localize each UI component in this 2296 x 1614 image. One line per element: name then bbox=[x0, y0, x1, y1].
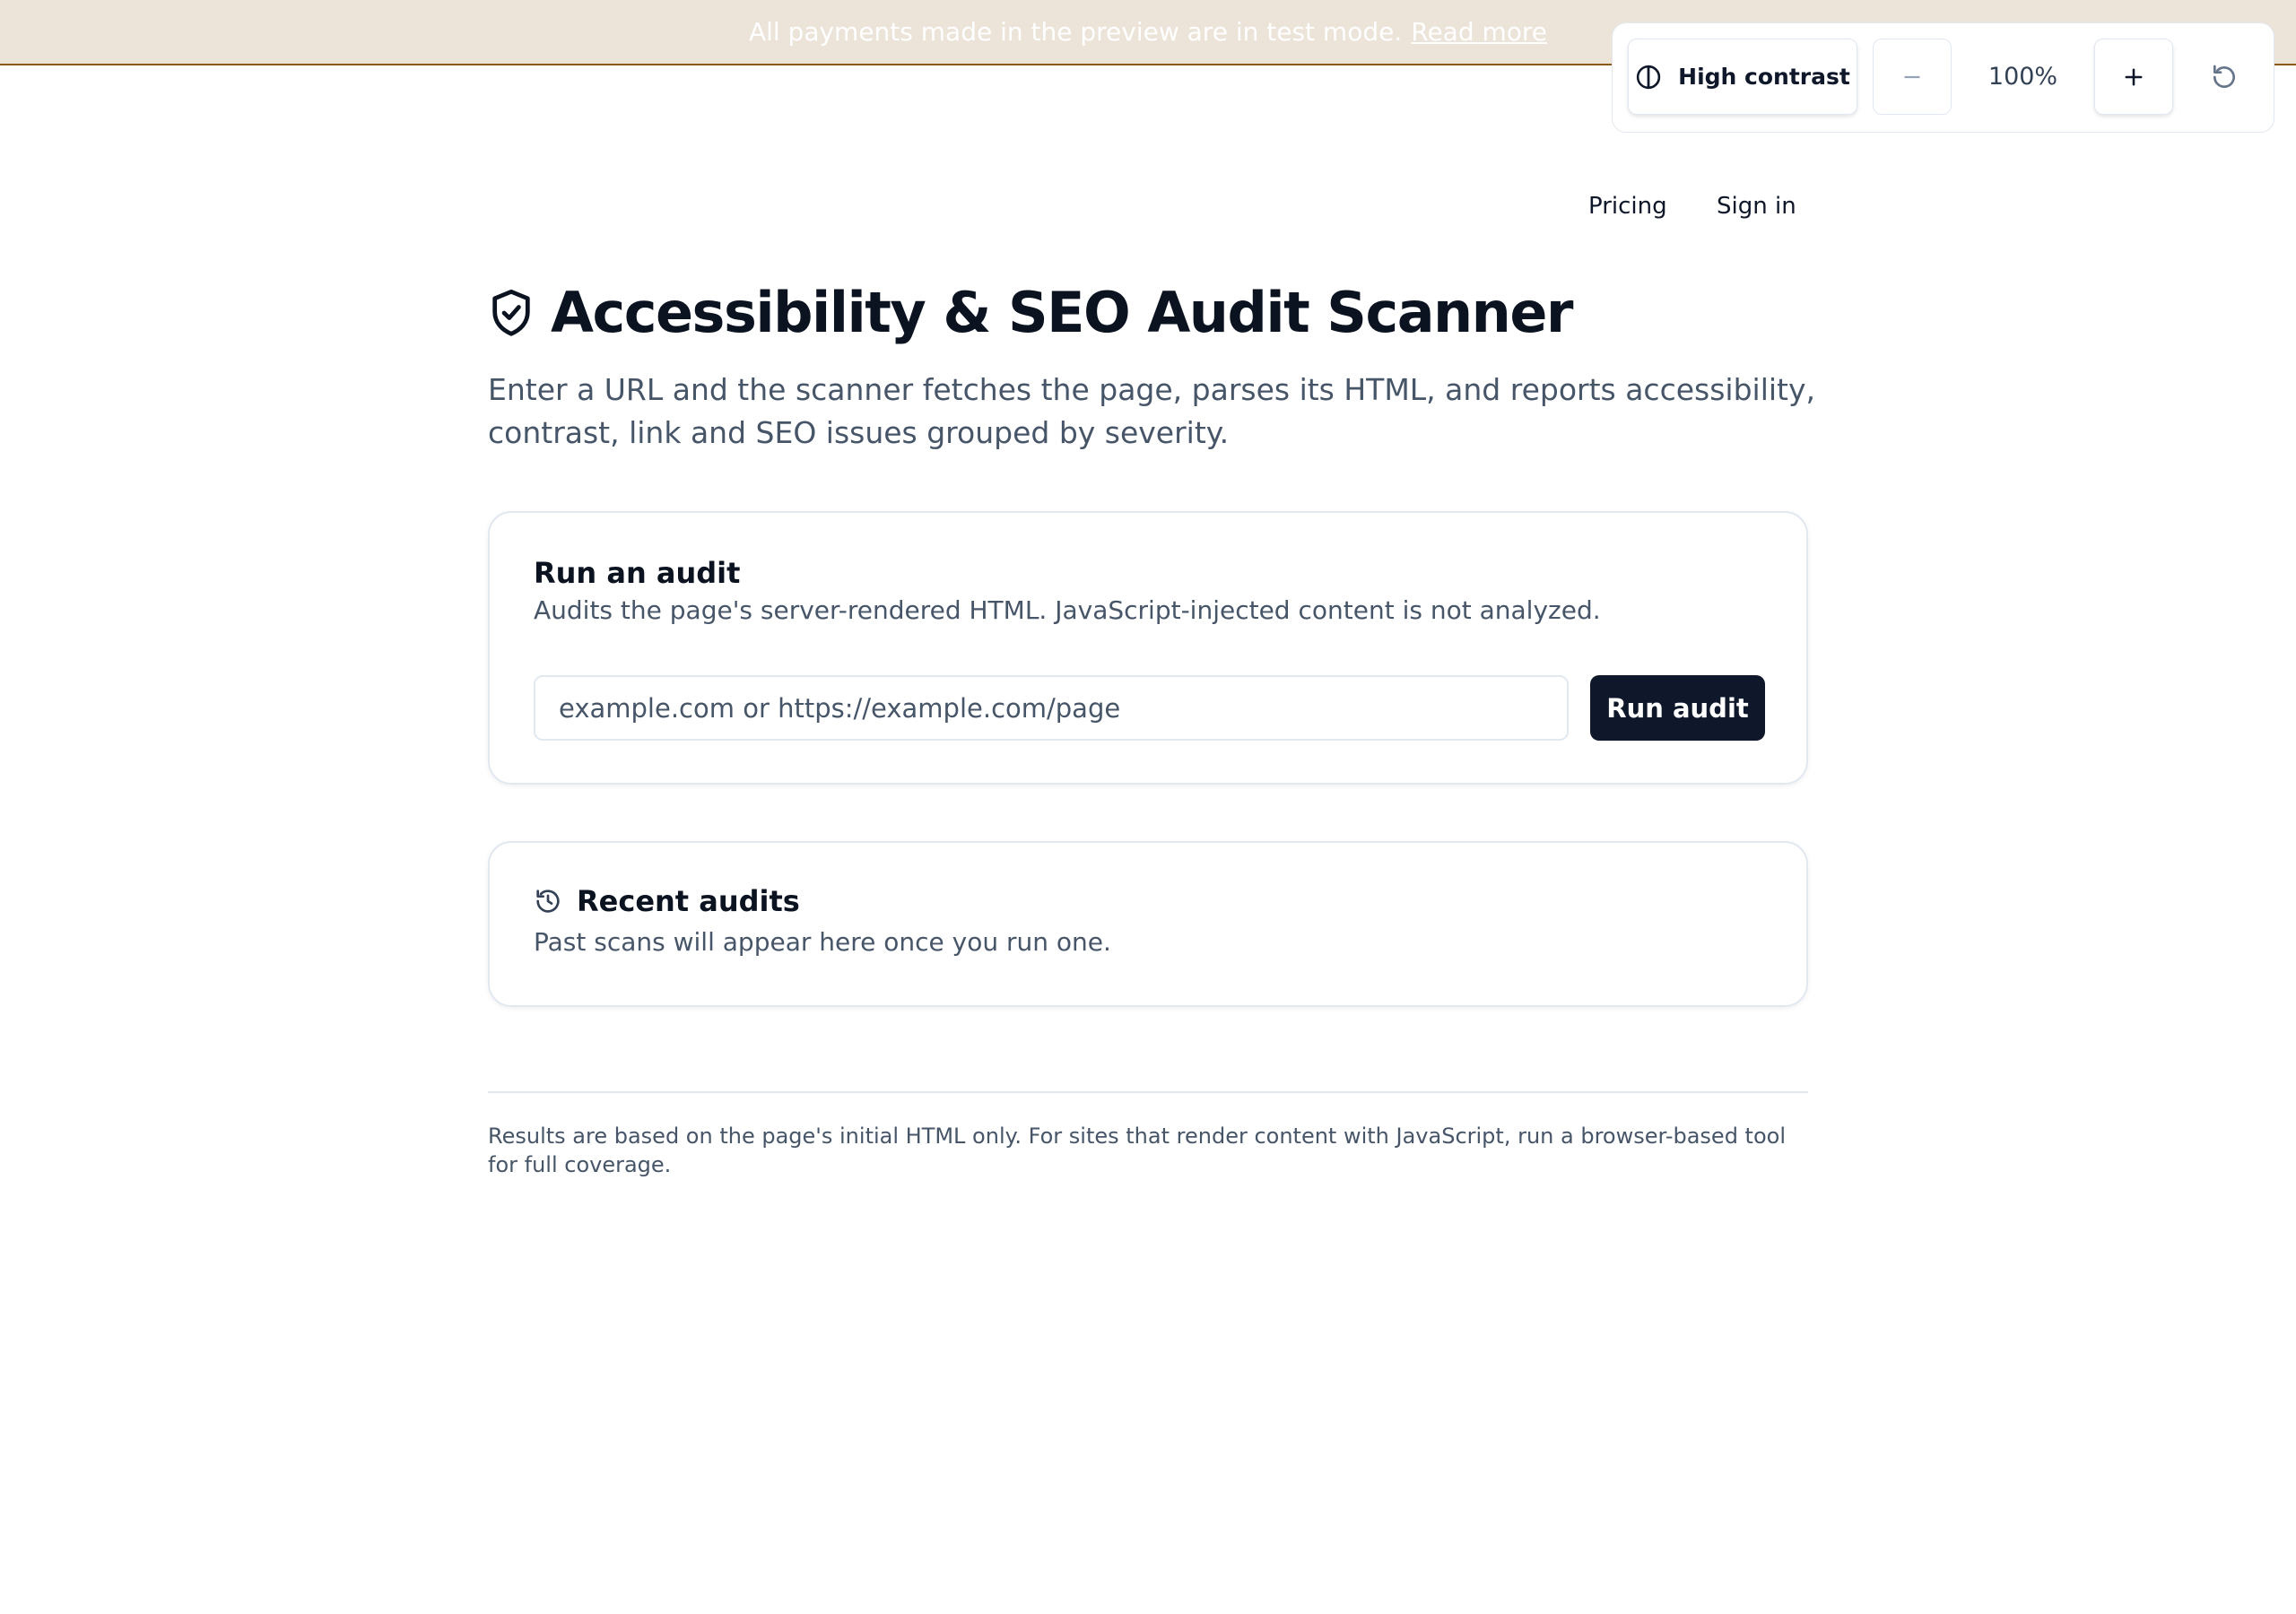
high-contrast-button[interactable]: High contrast bbox=[1628, 39, 1857, 115]
history-icon bbox=[534, 887, 562, 915]
plus-icon bbox=[2121, 65, 2146, 90]
run-audit-title: Run an audit bbox=[534, 556, 741, 590]
nav-pricing-link[interactable]: Pricing bbox=[1588, 193, 1667, 220]
recent-audits-description: Past scans will appear here once you run… bbox=[534, 927, 1111, 957]
zoom-level-readout: 100% bbox=[1987, 63, 2058, 91]
run-audit-card: Run an audit Audits the page's server-re… bbox=[488, 511, 1808, 785]
accessibility-toolbar: High contrast 100% bbox=[1612, 22, 2274, 133]
contrast-icon bbox=[1635, 64, 1662, 91]
high-contrast-label: High contrast bbox=[1678, 64, 1850, 90]
zoom-in-button[interactable] bbox=[2094, 39, 2173, 115]
minus-icon bbox=[1900, 65, 1924, 89]
zoom-out-button[interactable] bbox=[1873, 39, 1952, 115]
page-subtitle: Enter a URL and the scanner fetches the … bbox=[488, 372, 1815, 450]
recent-audits-title: Recent audits bbox=[577, 884, 800, 918]
recent-audits-card: Recent audits Past scans will appear her… bbox=[488, 841, 1808, 1007]
footer-note: Results are based on the page's initial … bbox=[488, 1124, 1786, 1177]
page-title: Accessibility & SEO Audit Scanner bbox=[551, 280, 1573, 345]
recent-audits-header: Recent audits bbox=[534, 884, 800, 918]
read-more-link[interactable]: Read more bbox=[1411, 17, 1547, 47]
url-input[interactable] bbox=[534, 675, 1569, 741]
zoom-reset-button[interactable] bbox=[2188, 39, 2260, 115]
banner-text: All payments made in the preview are in … bbox=[748, 17, 1403, 47]
reset-icon bbox=[2210, 63, 2239, 91]
footer-divider bbox=[488, 1091, 1808, 1093]
run-audit-description: Audits the page's server-rendered HTML. … bbox=[534, 595, 1601, 625]
page-header: Accessibility & SEO Audit Scanner bbox=[488, 280, 1573, 345]
shield-check-icon bbox=[488, 288, 535, 338]
nav-sign-in-link[interactable]: Sign in bbox=[1717, 193, 1796, 220]
run-audit-button[interactable]: Run audit bbox=[1590, 675, 1765, 741]
